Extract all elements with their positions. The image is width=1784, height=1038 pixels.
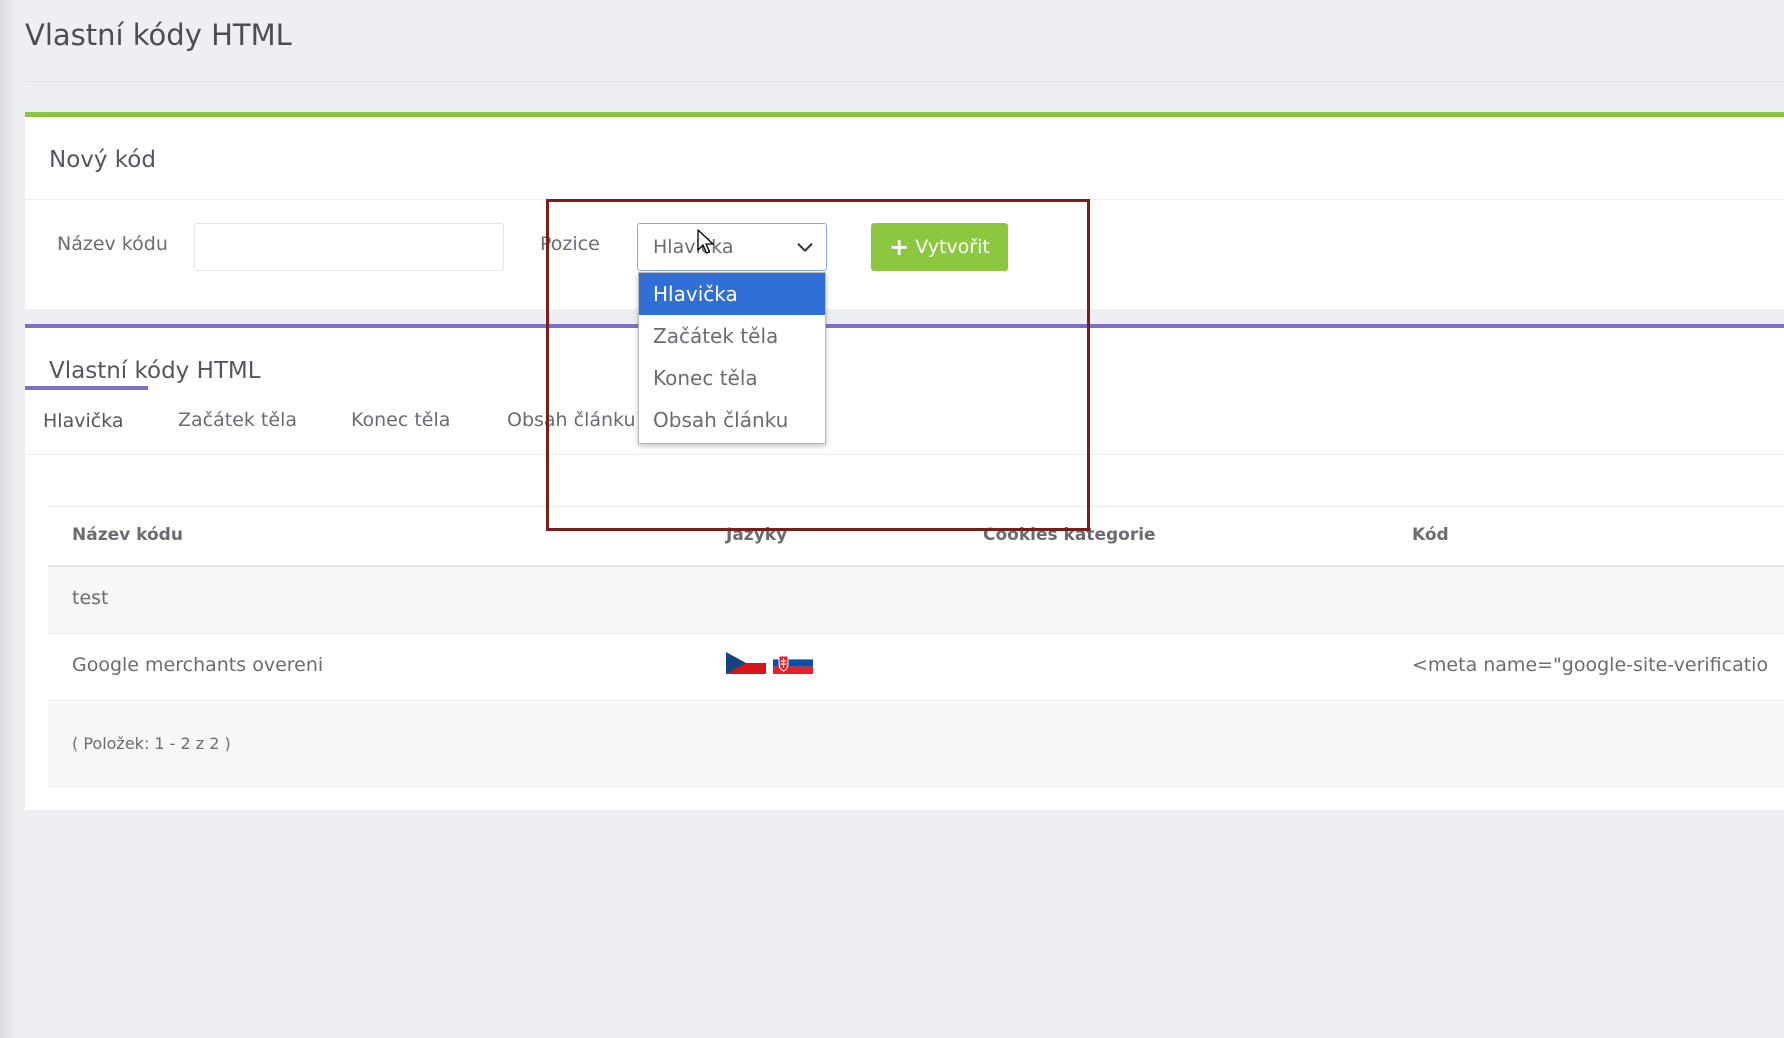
page-title: Vlastní kódy HTML — [25, 18, 292, 52]
table-row[interactable]: Google merchants overeni <meta name="goo… — [48, 634, 1784, 701]
column-header-code[interactable]: Kód — [1412, 525, 1449, 545]
new-code-title: Nový kód — [49, 147, 156, 173]
code-name-input[interactable] — [194, 223, 504, 271]
title-divider — [25, 81, 1784, 82]
highlight-annotation-box — [546, 199, 1090, 531]
table-row[interactable]: test — [48, 567, 1784, 634]
pagination: ( Položek: 1 - 2 z 2 ) — [48, 702, 1784, 788]
codes-list-title: Vlastní kódy HTML — [49, 358, 261, 384]
cz-flag-icon — [726, 652, 766, 674]
code-name-label: Název kódu — [57, 233, 168, 255]
left-edge-strip — [0, 0, 14, 1038]
sk-flag-icon — [773, 652, 813, 674]
tab-zacatek-tela[interactable]: Začátek těla — [178, 386, 297, 454]
mouse-cursor-icon — [697, 229, 714, 254]
pager-count: ( Položek: 1 - 2 z 2 ) — [72, 734, 231, 753]
row-name: Google merchants overeni — [72, 654, 324, 676]
tab-hlavicka[interactable]: Hlavička — [25, 386, 148, 454]
row-code: <meta name="google-site-verificatio — [1412, 654, 1769, 676]
row-name: test — [72, 587, 109, 609]
tab-konec-tela[interactable]: Konec těla — [351, 386, 450, 454]
column-header-name[interactable]: Název kódu — [72, 525, 183, 545]
